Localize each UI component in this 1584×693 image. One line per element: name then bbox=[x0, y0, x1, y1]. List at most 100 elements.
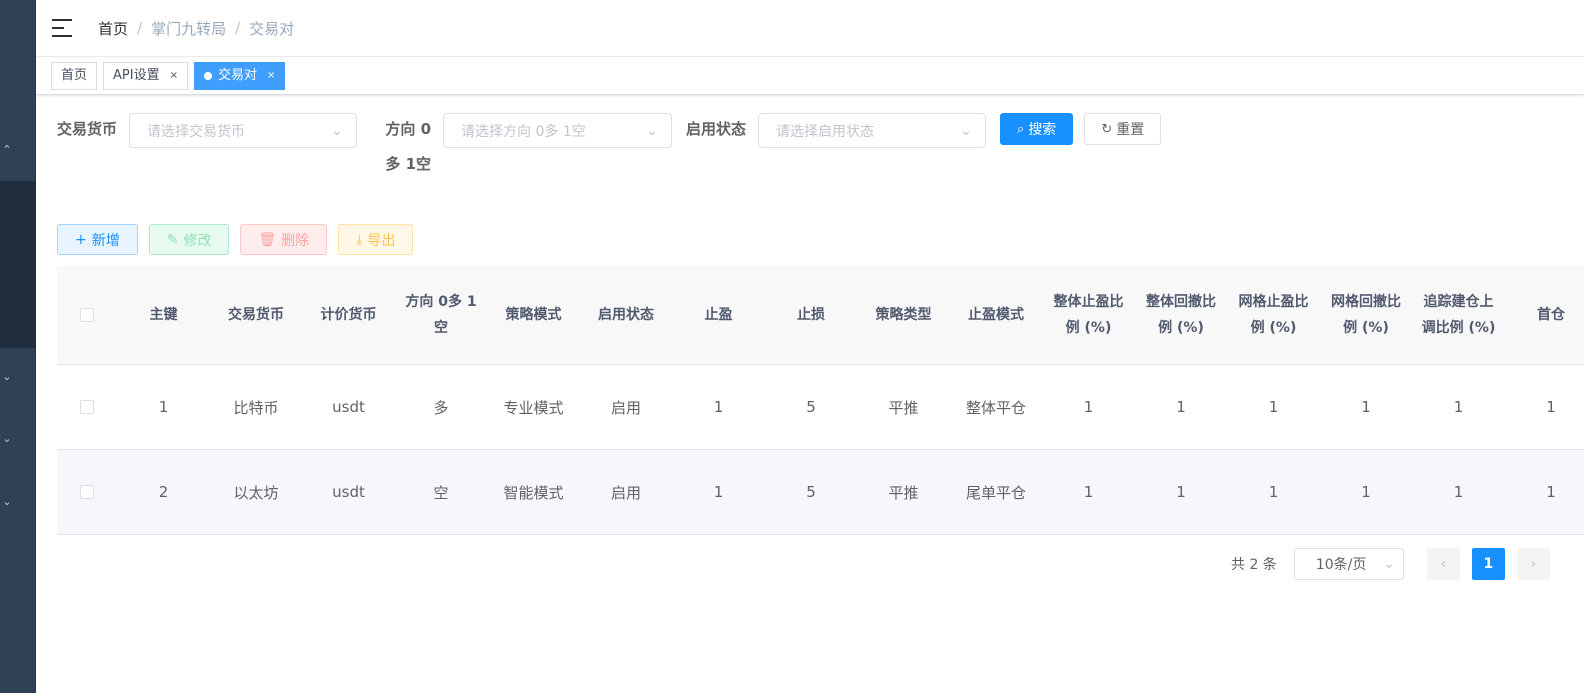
breadcrumb: 首页 / 掌门九转局 / 交易对 bbox=[98, 18, 294, 39]
table-cell: 5 bbox=[806, 398, 816, 416]
tag-trading-pair[interactable]: 交易对 × bbox=[193, 61, 286, 90]
export-button-label: 导出 bbox=[367, 232, 396, 249]
tag-label: 交易对 bbox=[217, 67, 257, 83]
table-cell: 1 bbox=[1268, 398, 1279, 416]
column-header: 整体止盈比例 (%) bbox=[1053, 294, 1124, 336]
pagination-total: 共 2 条 bbox=[1231, 557, 1277, 573]
refresh-icon: ↻ bbox=[1101, 121, 1113, 137]
currency-select[interactable]: 请选择交易货币 ⌄ bbox=[129, 113, 358, 148]
search-button[interactable]: ⌕ 搜索 bbox=[1000, 113, 1074, 145]
edit-icon: ✎ bbox=[166, 231, 179, 248]
column-header: 方向 0多 1空 bbox=[405, 294, 477, 336]
reset-button[interactable]: ↻ 重置 bbox=[1084, 113, 1162, 145]
column-header: 启用状态 bbox=[598, 307, 654, 323]
table-cell: 1 bbox=[158, 398, 169, 416]
status-select-placeholder: 请选择启用状态 bbox=[776, 123, 875, 140]
content: 交易货币 请选择交易货币 ⌄ 方向 0多 1空 请选择方向 0多 1空 ⌄ 启用状态… bbox=[36, 95, 1584, 535]
table-cell: 整体平仓 bbox=[965, 398, 1026, 417]
table-header: 主键 交易货币 计价货币 方向 0多 1空 策略模式 启用状态 止盈 止损 策略… bbox=[57, 266, 1584, 365]
tag-label: 首页 bbox=[61, 67, 88, 83]
table-cell: 1 bbox=[1453, 398, 1464, 416]
main-area: 首页 / 掌门九转局 / 交易对 首页 API设置 × 交易对 × 交易货币 请选择… bbox=[36, 0, 1584, 693]
table-cell: 尾单平仓 bbox=[965, 483, 1026, 502]
table-cell: 1 bbox=[1083, 398, 1094, 416]
column-header: 止盈模式 bbox=[968, 307, 1024, 323]
chevron-left-icon: ‹ bbox=[1440, 556, 1447, 572]
direction-select-placeholder: 请选择方向 0多 1空 bbox=[461, 123, 586, 140]
breadcrumb-home[interactable]: 首页 bbox=[98, 18, 128, 39]
pagination: 共 2 条 10条/页 ⌄ ‹ 1 › bbox=[1231, 548, 1562, 580]
direction-select[interactable]: 请选择方向 0多 1空 ⌄ bbox=[443, 113, 673, 148]
next-page-button[interactable]: › bbox=[1516, 548, 1550, 580]
column-header: 首仓 bbox=[1537, 307, 1565, 323]
direction-filter-label: 方向 0多 1空 bbox=[385, 120, 432, 173]
sidebar-active-menu[interactable] bbox=[0, 181, 36, 348]
chevron-up-icon[interactable]: ⌃ bbox=[0, 143, 14, 157]
status-filter-label: 启用状态 bbox=[686, 120, 747, 138]
edit-button-label: 修改 bbox=[183, 232, 212, 249]
sidebar: ⌃ ⌄ ⌄ ⌄ bbox=[0, 0, 36, 693]
chevron-down-icon[interactable]: ⌄ bbox=[0, 432, 14, 446]
chevron-down-icon: ⌄ bbox=[331, 122, 344, 139]
search-button-label: 搜索 bbox=[1028, 122, 1057, 138]
navbar: 首页 / 掌门九转局 / 交易对 bbox=[36, 0, 1584, 57]
table-cell: 1 bbox=[1083, 483, 1094, 501]
tag-home[interactable]: 首页 bbox=[51, 61, 98, 90]
chevron-down-icon[interactable]: ⌄ bbox=[0, 495, 14, 509]
row-checkbox[interactable] bbox=[80, 485, 94, 499]
search-form: 交易货币 请选择交易货币 ⌄ 方向 0多 1空 请选择方向 0多 1空 ⌄ 启用状态… bbox=[57, 113, 1563, 193]
chevron-down-icon[interactable]: ⌄ bbox=[0, 370, 14, 384]
table-cell: 1 bbox=[1176, 398, 1186, 416]
tag-api-settings[interactable]: API设置 × bbox=[103, 61, 188, 90]
column-header: 策略模式 bbox=[505, 307, 562, 323]
currency-filter-label: 交易货币 bbox=[57, 120, 118, 138]
table-cell: usdt bbox=[332, 398, 365, 416]
chevron-down-icon: ⌄ bbox=[960, 122, 973, 139]
table-cell: 智能模式 bbox=[503, 483, 564, 502]
column-header: 止损 bbox=[797, 307, 825, 323]
column-header: 交易货币 bbox=[228, 307, 284, 323]
add-button-label: 新增 bbox=[91, 232, 120, 249]
page-size-value: 10条/页 bbox=[1315, 557, 1367, 573]
table-cell: 1 bbox=[1268, 483, 1279, 501]
select-all-checkbox[interactable] bbox=[80, 308, 94, 322]
table-cell: 专业模式 bbox=[503, 398, 564, 417]
table-row[interactable]: 2 以太坊 usdt 空 智能模式 启用 1 5 平推 尾单平仓 1 1 1 1… bbox=[57, 450, 1584, 535]
breadcrumb-separator: / bbox=[235, 19, 241, 37]
page-number-button[interactable]: 1 bbox=[1471, 548, 1505, 580]
table-row[interactable]: 1 比特币 usdt 多 专业模式 启用 1 5 平推 整体平仓 1 1 1 1… bbox=[57, 365, 1584, 450]
chevron-down-icon: ⌄ bbox=[1383, 556, 1395, 572]
row-select-cell bbox=[57, 450, 117, 534]
table-cell: 1 bbox=[1546, 483, 1556, 501]
column-header: 计价货币 bbox=[320, 307, 377, 323]
table-cell: 启用 bbox=[610, 398, 641, 417]
table-cell: 5 bbox=[806, 483, 816, 501]
close-icon[interactable]: × bbox=[267, 63, 275, 89]
table-cell: 空 bbox=[433, 483, 449, 502]
edit-button[interactable]: ✎ 修改 bbox=[148, 224, 230, 255]
column-header: 追踪建仓上调比例 (%) bbox=[1421, 294, 1496, 336]
table-cell: 比特币 bbox=[233, 398, 279, 417]
column-header: 策略类型 bbox=[875, 307, 932, 323]
hamburger-icon[interactable] bbox=[52, 19, 72, 37]
prev-page-button[interactable]: ‹ bbox=[1426, 548, 1460, 580]
table-cell: 以太坊 bbox=[233, 483, 279, 502]
table-cell: 1 bbox=[1176, 483, 1186, 501]
column-header: 止盈 bbox=[704, 307, 733, 323]
delete-button[interactable]: 🗑 删除 bbox=[240, 224, 328, 255]
row-select-cell bbox=[57, 365, 117, 449]
close-icon[interactable]: × bbox=[170, 63, 178, 89]
status-select[interactable]: 请选择启用状态 ⌄ bbox=[758, 113, 987, 148]
export-button[interactable]: ⤓ 导出 bbox=[338, 224, 414, 255]
page-size-select[interactable]: 10条/页 ⌄ bbox=[1293, 548, 1404, 580]
breadcrumb-separator: / bbox=[137, 19, 143, 37]
column-header: 网格回撤比例 (%) bbox=[1331, 294, 1401, 336]
download-icon: ⤓ bbox=[356, 231, 363, 248]
add-button[interactable]: + 新增 bbox=[57, 224, 138, 255]
row-checkbox[interactable] bbox=[80, 400, 94, 414]
currency-select-placeholder: 请选择交易货币 bbox=[147, 123, 246, 140]
table-cell: 1 bbox=[1361, 398, 1371, 416]
table-cell: 启用 bbox=[610, 483, 641, 502]
chevron-right-icon: › bbox=[1530, 556, 1537, 572]
trash-icon: 🗑 bbox=[258, 231, 277, 248]
